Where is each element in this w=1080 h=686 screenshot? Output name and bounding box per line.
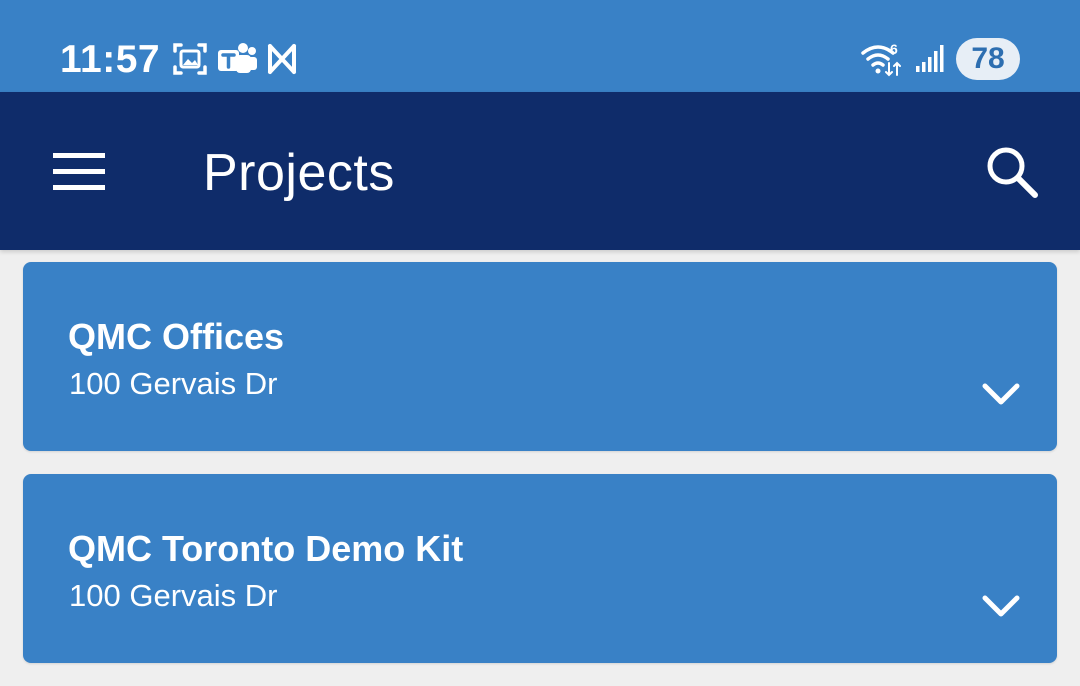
project-address: 100 Gervais Dr bbox=[69, 366, 278, 401]
wifi-6-icon: 6 bbox=[860, 40, 906, 78]
project-list: QMC Offices 100 Gervais Dr QMC Toronto D… bbox=[23, 262, 1057, 686]
hamburger-menu-icon[interactable] bbox=[46, 144, 114, 200]
status-bar: 11:57 6 78 bbox=[0, 0, 1080, 92]
chevron-down-icon[interactable] bbox=[973, 370, 1029, 418]
app-bar: Projects bbox=[0, 92, 1080, 250]
search-icon[interactable] bbox=[980, 140, 1044, 204]
app-icon bbox=[264, 40, 300, 78]
teams-icon bbox=[216, 40, 258, 78]
project-name: QMC Toronto Demo Kit bbox=[68, 528, 464, 569]
chevron-down-icon[interactable] bbox=[973, 582, 1029, 630]
project-name: QMC Offices bbox=[68, 316, 285, 357]
cellular-signal-icon bbox=[914, 40, 944, 78]
battery-icon: 78 bbox=[956, 38, 1020, 80]
project-card[interactable]: QMC Offices 100 Gervais Dr bbox=[23, 262, 1057, 451]
project-card[interactable]: QMC Toronto Demo Kit 100 Gervais Dr bbox=[23, 474, 1057, 663]
project-address: 100 Gervais Dr bbox=[69, 578, 278, 613]
svg-text:6: 6 bbox=[890, 41, 898, 57]
page-title: Projects bbox=[203, 144, 395, 202]
status-time: 11:57 bbox=[60, 38, 161, 81]
screenshot-icon bbox=[172, 40, 208, 78]
